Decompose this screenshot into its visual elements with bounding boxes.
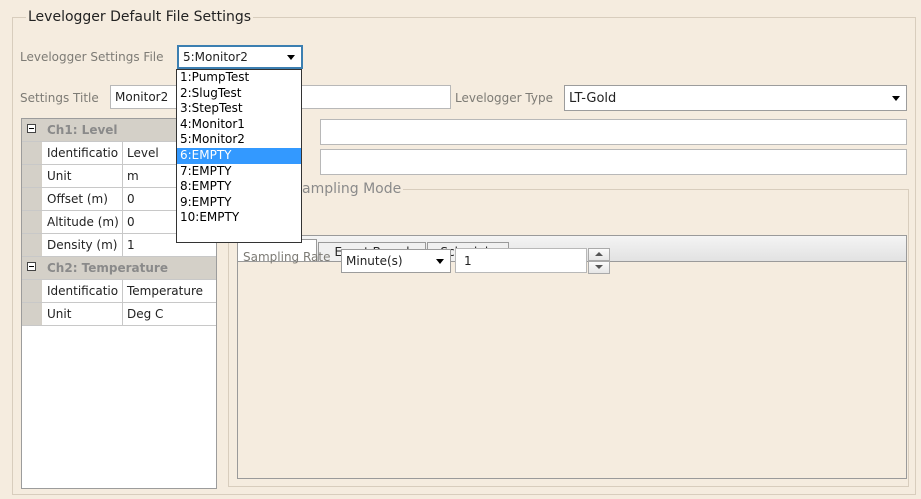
collapse-icon[interactable] bbox=[27, 262, 36, 271]
levelogger-type-value: LT-Gold bbox=[569, 90, 617, 106]
ch2-header: Ch2: Temperature bbox=[47, 261, 168, 275]
property-name: Identificatio bbox=[43, 142, 123, 164]
row-gutter bbox=[22, 188, 42, 210]
settings-title-label: Settings Title bbox=[20, 91, 99, 105]
stepper-up-icon[interactable] bbox=[588, 248, 610, 261]
chevron-down-icon bbox=[287, 55, 295, 60]
row-gutter bbox=[22, 211, 42, 233]
row-gutter bbox=[22, 165, 42, 187]
sampling-rate-input[interactable]: 1 bbox=[455, 248, 587, 273]
list-item[interactable]: 1:PumpTest bbox=[177, 70, 301, 86]
list-item[interactable]: 10:EMPTY bbox=[177, 210, 301, 226]
list-item-highlighted[interactable]: 6:EMPTY bbox=[177, 147, 301, 164]
text-field-2[interactable] bbox=[320, 149, 907, 175]
list-item[interactable]: 4:Monitor1 bbox=[177, 117, 301, 133]
sampling-rate-value: 1 bbox=[464, 253, 472, 268]
property-value[interactable]: Temperature bbox=[124, 280, 219, 302]
list-item[interactable]: 2:SlugTest bbox=[177, 86, 301, 102]
sampling-rate-stepper[interactable] bbox=[588, 248, 610, 274]
list-item[interactable]: 5:Monitor2 bbox=[177, 132, 301, 148]
property-name: Unit bbox=[43, 165, 123, 187]
collapse-icon[interactable] bbox=[27, 124, 36, 133]
settings-file-label: Levelogger Settings File bbox=[20, 50, 164, 64]
row-gutter bbox=[22, 119, 42, 141]
chevron-down-icon bbox=[436, 259, 444, 264]
settings-file-value: 5:Monitor2 bbox=[183, 50, 248, 64]
list-item[interactable]: 3:StepTest bbox=[177, 101, 301, 117]
property-name: Unit bbox=[43, 303, 123, 325]
row-gutter bbox=[22, 142, 42, 164]
table-row[interactable]: Identificatio Temperature bbox=[22, 280, 216, 303]
sampling-rate-unit-value: Minute(s) bbox=[346, 254, 403, 268]
levelogger-type-select[interactable]: LT-Gold bbox=[564, 85, 907, 111]
settings-file-select[interactable]: 5:Monitor2 bbox=[177, 45, 303, 69]
property-name: Identificatio bbox=[43, 280, 123, 302]
text-field-1[interactable] bbox=[320, 119, 907, 145]
levelogger-type-label: Levelogger Type bbox=[455, 91, 553, 105]
sampling-mode-title: ampling Mode bbox=[300, 181, 404, 197]
property-name: Density (m) bbox=[43, 234, 123, 256]
row-gutter bbox=[22, 303, 42, 325]
row-gutter bbox=[22, 234, 42, 256]
chevron-down-icon bbox=[892, 96, 900, 101]
settings-title-value: Monitor2 bbox=[115, 90, 169, 104]
list-item[interactable]: 8:EMPTY bbox=[177, 179, 301, 195]
row-gutter bbox=[22, 257, 42, 279]
group-title: Levelogger Default File Settings bbox=[26, 9, 254, 25]
table-row[interactable]: Unit Deg C bbox=[22, 303, 216, 326]
sampling-rate-unit-select[interactable]: Minute(s) bbox=[341, 249, 451, 273]
row-gutter bbox=[22, 280, 42, 302]
stepper-down-icon[interactable] bbox=[588, 261, 610, 274]
list-item[interactable]: 7:EMPTY bbox=[177, 164, 301, 180]
property-name: Altitude (m) bbox=[43, 211, 123, 233]
list-item[interactable]: 9:EMPTY bbox=[177, 195, 301, 211]
property-name: Offset (m) bbox=[43, 188, 123, 210]
sampling-rate-label: Sampling Rate bbox=[243, 250, 331, 264]
ch2-category-row[interactable]: Ch2: Temperature bbox=[22, 257, 216, 280]
property-value[interactable]: Deg C bbox=[124, 303, 219, 325]
settings-file-dropdown-list: 1:PumpTest 2:SlugTest 3:StepTest 4:Monit… bbox=[176, 69, 302, 243]
